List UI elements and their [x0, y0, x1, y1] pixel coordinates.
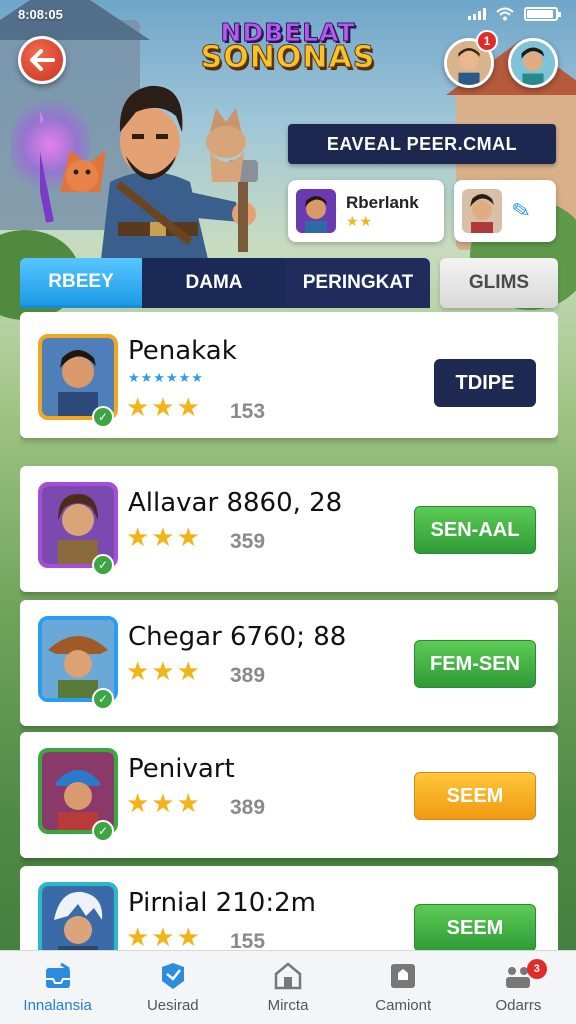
player-portrait — [38, 882, 118, 952]
friend-avatar-icon — [511, 41, 555, 85]
seem-button[interactable]: SEEM — [414, 772, 536, 820]
rating-stars: ★★★ — [126, 922, 202, 952]
logo-line-2: SONONAS — [200, 40, 376, 75]
verified-check-icon: ✓ — [92, 406, 114, 428]
arrow-left-icon — [30, 49, 55, 71]
friend-rating-stars: ★★ — [346, 212, 374, 229]
nav-item-uesirad[interactable]: Uesirad — [115, 951, 230, 1024]
player-row[interactable]: ✓ Penakak ★★★★★★ ★★★ 153 TDIPE — [20, 312, 558, 438]
seem-button[interactable]: SEEM — [414, 904, 536, 952]
player-row[interactable]: Pirnial 210:2m ★★★ 155 SEEM — [20, 866, 558, 952]
shield-icon — [161, 963, 184, 989]
notification-badge: 1 — [476, 30, 498, 52]
verified-check-icon: ✓ — [92, 554, 114, 576]
rating-stars: ★★★ — [126, 522, 202, 552]
player-score: 155 — [230, 930, 266, 952]
sub-rating-stars: ★★★★★★ — [128, 370, 204, 385]
friend-portrait — [462, 189, 502, 233]
battery-icon — [524, 7, 561, 21]
nav-item-odarrs[interactable]: Odarrs 3 — [461, 951, 576, 1024]
player-score: 389 — [230, 796, 266, 819]
friend-card[interactable]: Rberlank ★★ — [288, 180, 444, 242]
send-button[interactable]: FEM-SEN — [414, 640, 536, 688]
tab-dama[interactable]: DAMA — [142, 258, 286, 308]
player-name: Chegar 6760; 88 — [128, 622, 347, 652]
friend-portrait — [296, 189, 336, 233]
friend-name: Rberlank — [346, 192, 419, 212]
nav-notification-badge: 3 — [526, 959, 547, 979]
send-button[interactable]: SEN-AAL — [414, 506, 536, 554]
edit-friend-card[interactable]: ✎ — [454, 180, 556, 242]
player-score: 359 — [230, 530, 266, 553]
player-row[interactable]: ✓ Chegar 6760; 88 ★★★ 389 FEM-SEN — [20, 600, 558, 726]
player-name: Pirnial 210:2m — [128, 888, 316, 918]
tab-rbeey[interactable]: RBEEY — [20, 258, 142, 308]
rating-stars: ★★★ — [126, 656, 202, 686]
tab-glims[interactable]: GLIMS — [440, 258, 558, 308]
rating-stars: ★★★ — [126, 392, 202, 422]
nav-item-innalansia[interactable]: Innalansia — [0, 951, 115, 1024]
bottom-navigation: Innalansia Uesirad Mircta Camiont Odarrs… — [0, 950, 576, 1024]
player-list[interactable]: ✓ Penakak ★★★★★★ ★★★ 153 TDIPE ✓ Allavar… — [20, 312, 558, 952]
tab-peringkat[interactable]: PERINGKAT — [286, 258, 430, 308]
player-score: 153 — [230, 400, 266, 423]
trade-button[interactable]: TDIPE — [434, 359, 536, 407]
tab-bar: RBEEY DAMA PERINGKAT GLIMS — [20, 258, 558, 310]
friend-avatar-button[interactable] — [508, 38, 558, 88]
inbox-icon — [45, 962, 70, 988]
nav-item-mircta[interactable]: Mircta — [230, 951, 345, 1024]
hero-character-illustration — [40, 85, 258, 268]
verified-check-icon: ✓ — [92, 688, 114, 710]
player-score: 389 — [230, 664, 266, 687]
rating-stars: ★★★ — [126, 788, 202, 818]
player-row[interactable]: ✓ Penivart ★★★ 389 SEEM — [20, 732, 558, 858]
nav-label: Odarrs — [495, 997, 542, 1014]
nav-label: Innalansia — [23, 997, 92, 1014]
verified-check-icon: ✓ — [92, 820, 114, 842]
panel-title-banner: EAVEAL PEER.CMAL — [288, 124, 556, 164]
wifi-icon — [496, 7, 514, 21]
player-row[interactable]: ✓ Allavar 8860, 28 ★★★ 359 SEN-AAL — [20, 466, 558, 592]
nav-label: Mircta — [267, 997, 309, 1014]
box-icon — [391, 964, 416, 988]
game-logo: NDBELAT SONONAS — [200, 20, 376, 75]
player-name: Penivart — [128, 754, 235, 784]
status-time: 8:08:05 — [18, 6, 63, 22]
pencil-icon[interactable]: ✎ — [510, 197, 533, 226]
nav-label: Uesirad — [146, 997, 199, 1014]
status-icons — [468, 7, 561, 21]
player-name: Allavar 8860, 28 — [128, 488, 343, 518]
house-icon — [274, 962, 302, 990]
nav-item-camiont[interactable]: Camiont — [346, 951, 461, 1024]
signal-icon — [468, 8, 486, 20]
player-name: Penakak — [128, 336, 237, 366]
nav-label: Camiont — [375, 997, 432, 1014]
